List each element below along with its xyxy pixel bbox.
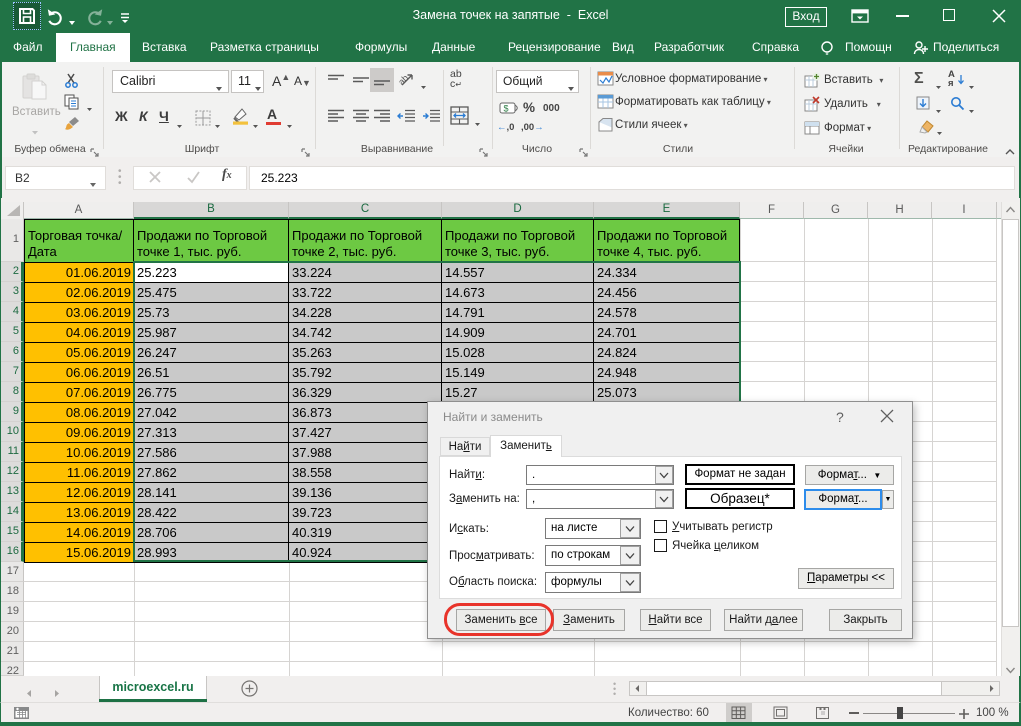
svg-text:$: $ (504, 104, 509, 114)
